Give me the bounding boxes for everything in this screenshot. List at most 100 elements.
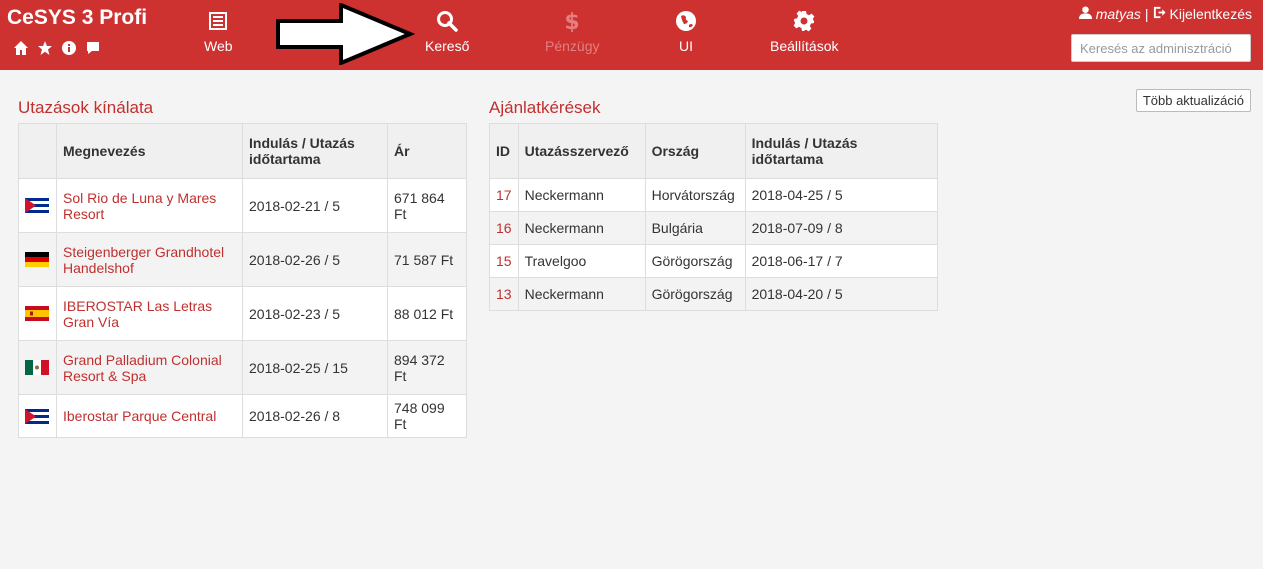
- requests-col-country: Ország: [644, 123, 746, 179]
- offer-name-cell: IBEROSTAR Las Letras Gran Vía: [56, 286, 243, 341]
- offer-name-link[interactable]: Grand Palladium Colonial Resort & Spa: [63, 352, 222, 384]
- offer-date-cell: 2018-02-26 / 5: [242, 232, 388, 287]
- offer-name-link[interactable]: Steigenberger Grandhotel Handelshof: [63, 244, 224, 276]
- request-id-link[interactable]: 15: [496, 253, 512, 269]
- flag-cell: [18, 286, 57, 341]
- nav-search[interactable]: Kereső: [425, 10, 469, 54]
- offer-date-cell: 2018-02-25 / 15: [242, 340, 388, 395]
- nav-finance-label: Pénzügy: [545, 38, 600, 54]
- requests-col-id: ID: [489, 123, 519, 179]
- request-id-cell: 17: [489, 178, 519, 212]
- request-date-cell: 2018-07-09 / 8: [744, 211, 939, 245]
- nav-settings-label: Beállítások: [770, 38, 839, 54]
- username-link[interactable]: matyas: [1096, 6, 1141, 22]
- nav-finance[interactable]: $ Pénzügy: [545, 10, 599, 54]
- requests-table: ID Utazásszervező Ország Indulás / Utazá…: [489, 123, 939, 311]
- logout-icon: [1153, 6, 1166, 22]
- flag-cell: [18, 232, 57, 287]
- request-id-link[interactable]: 16: [496, 220, 512, 236]
- request-country-cell: Bulgária: [644, 211, 746, 245]
- requests-title: Ajánlatkérések: [489, 98, 601, 117]
- info-icon[interactable]: [61, 40, 77, 56]
- request-id-cell: 15: [489, 244, 519, 278]
- table-row: 15 Travelgoo Görögország 2018-06-17 / 7: [489, 244, 939, 278]
- quick-icons: [13, 40, 101, 56]
- offers-title: Utazások kínálata: [18, 98, 154, 117]
- logout-link[interactable]: Kijelentkezés: [1170, 6, 1253, 22]
- table-row: Iberostar Parque Central 2018-02-26 / 8 …: [18, 394, 467, 438]
- request-country-cell: Görögország: [644, 244, 746, 278]
- requests-header-row: ID Utazásszervező Ország Indulás / Utazá…: [489, 123, 939, 179]
- offers-table: Megnevezés Indulás / Utazás időtartama Á…: [18, 123, 467, 438]
- offers-col-price: Ár: [387, 123, 467, 179]
- offer-price-cell: 71 587 Ft: [387, 232, 467, 287]
- table-row: Grand Palladium Colonial Resort & Spa 20…: [18, 340, 467, 395]
- cuba-flag-icon: [25, 408, 49, 424]
- flag-cell: [18, 394, 57, 438]
- offer-name-cell: Steigenberger Grandhotel Handelshof: [56, 232, 243, 287]
- search-icon: [425, 10, 469, 34]
- offer-name-link[interactable]: IBEROSTAR Las Letras Gran Vía: [63, 298, 212, 330]
- request-organizer-cell: Neckermann: [517, 211, 646, 245]
- offers-header-row: Megnevezés Indulás / Utazás időtartama Á…: [18, 123, 467, 179]
- offer-date-cell: 2018-02-26 / 8: [242, 394, 388, 438]
- admin-search-input[interactable]: [1071, 34, 1251, 62]
- offer-name-link[interactable]: Sol Rio de Luna y Mares Resort: [63, 190, 216, 222]
- nav-web-label: Web: [204, 38, 233, 54]
- nav-search-label: Kereső: [425, 38, 470, 54]
- nav-web[interactable]: Web: [204, 10, 233, 54]
- flag-cell: [18, 178, 57, 233]
- star-icon[interactable]: [37, 40, 53, 56]
- offer-price-cell: 748 099 Ft: [387, 394, 467, 438]
- globe-icon: [675, 10, 697, 34]
- request-date-cell: 2018-04-20 / 5: [744, 277, 939, 311]
- refresh-button[interactable]: Több aktualizáció: [1135, 89, 1251, 112]
- offer-date-cell: 2018-02-23 / 5: [242, 286, 388, 341]
- request-organizer-cell: Neckermann: [517, 277, 646, 311]
- flag-cell: [18, 340, 57, 395]
- request-id-link[interactable]: 13: [496, 286, 512, 302]
- request-date-cell: 2018-06-17 / 7: [744, 244, 939, 278]
- request-country-cell: Horvátország: [644, 178, 746, 212]
- request-country-cell: Görögország: [644, 277, 746, 311]
- mexico-flag-icon: [25, 360, 49, 375]
- offer-date-cell: 2018-02-21 / 5: [242, 178, 388, 233]
- cuba-flag-icon: [25, 198, 49, 213]
- comment-icon[interactable]: [85, 40, 101, 56]
- table-row: 17 Neckermann Horvátország 2018-04-25 / …: [489, 178, 939, 212]
- home-icon[interactable]: [13, 40, 29, 56]
- spain-flag-icon: [25, 306, 49, 321]
- svg-text:$: $: [565, 10, 580, 32]
- user-separator: |: [1144, 6, 1149, 22]
- table-row: IBEROSTAR Las Letras Gran Vía 2018-02-23…: [18, 286, 467, 341]
- offer-price-cell: 894 372 Ft: [387, 340, 467, 395]
- offers-col-date: Indulás / Utazás időtartama: [242, 123, 388, 179]
- offer-name-cell: Grand Palladium Colonial Resort & Spa: [56, 340, 243, 395]
- offer-price-cell: 88 012 Ft: [387, 286, 467, 341]
- request-id-cell: 16: [489, 211, 519, 245]
- nav-ui[interactable]: UI: [675, 10, 697, 54]
- table-row: 16 Neckermann Bulgária 2018-07-09 / 8: [489, 211, 939, 245]
- offer-price-cell: 671 864 Ft: [387, 178, 467, 233]
- arrow-annotation: [276, 3, 415, 65]
- user-icon: [1078, 6, 1092, 22]
- nav-settings[interactable]: Beállítások: [770, 10, 838, 54]
- table-row: Steigenberger Grandhotel Handelshof 2018…: [18, 232, 467, 287]
- offer-name-cell: Sol Rio de Luna y Mares Resort: [56, 178, 243, 233]
- germany-flag-icon: [25, 252, 49, 267]
- requests-col-date: Indulás / Utazás időtartama: [744, 123, 939, 179]
- table-row: 13 Neckermann Görögország 2018-04-20 / 5: [489, 277, 939, 311]
- dollar-icon: $: [545, 10, 599, 35]
- top-navbar: CeSYS 3 Profi Web Kereső $ Pénzügy UI Be…: [0, 0, 1263, 70]
- app-title[interactable]: CeSYS 3 Profi: [7, 6, 147, 30]
- user-area: matyas | Kijelentkezés: [1078, 6, 1253, 22]
- offer-name-link[interactable]: Iberostar Parque Central: [63, 408, 216, 424]
- request-organizer-cell: Neckermann: [517, 178, 646, 212]
- gear-icon: [770, 10, 838, 34]
- table-row: Sol Rio de Luna y Mares Resort 2018-02-2…: [18, 178, 467, 233]
- requests-col-organizer: Utazásszervező: [517, 123, 646, 179]
- request-id-link[interactable]: 17: [496, 187, 512, 203]
- offer-name-cell: Iberostar Parque Central: [56, 394, 243, 438]
- request-organizer-cell: Travelgoo: [517, 244, 646, 278]
- list-icon: [204, 10, 233, 34]
